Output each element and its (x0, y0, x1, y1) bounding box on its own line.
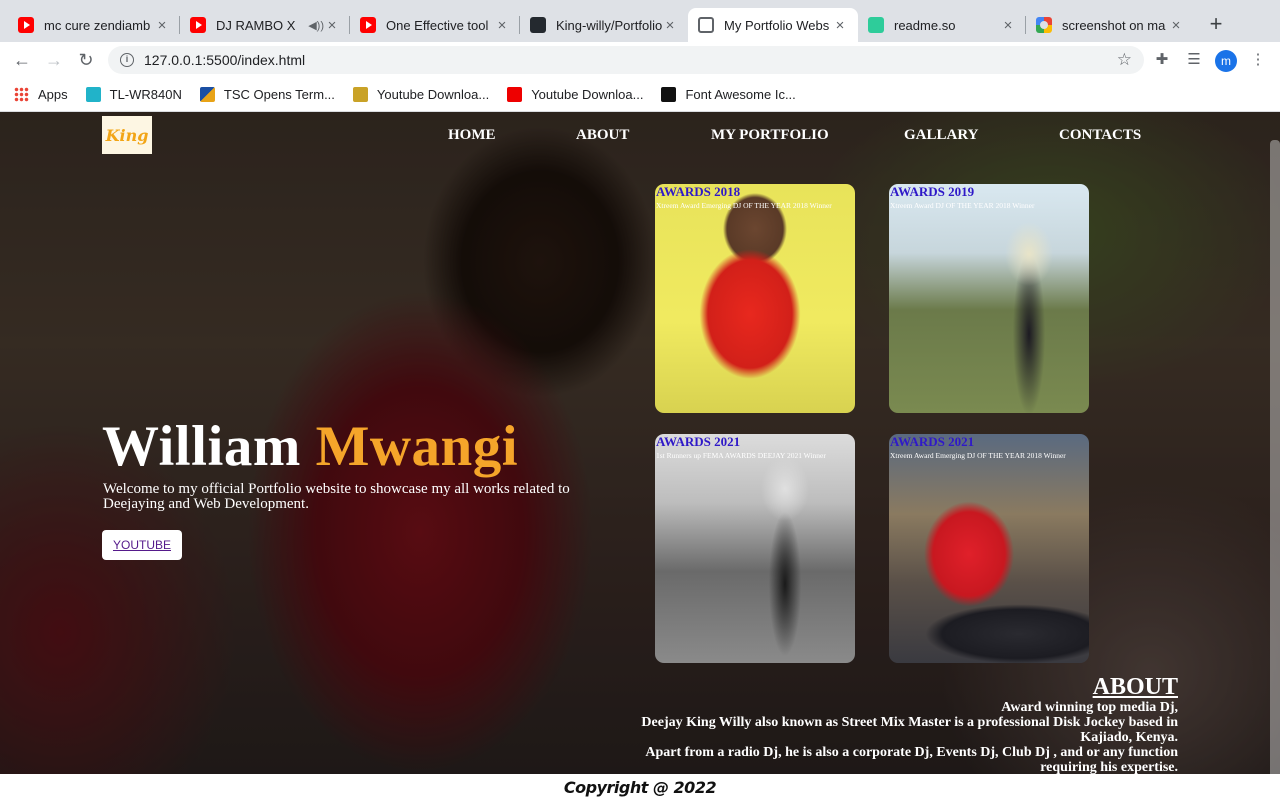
about-heading: ABOUT (1092, 674, 1178, 700)
tab-title: mc cure zendiamb (44, 17, 151, 33)
award-description: Xtreem Award Emerging DJ OF THE YEAR 201… (890, 451, 1066, 460)
award-photo (889, 184, 1089, 413)
bookmark-label: Font Awesome Ic... (685, 87, 796, 102)
tab-close-icon[interactable]: × (494, 17, 510, 34)
tab-close-icon[interactable]: × (324, 17, 340, 34)
nav-my-portfolio[interactable]: MY PORTFOLIO (711, 127, 829, 144)
kebab-menu-icon[interactable]: ⋮ (1246, 48, 1270, 72)
bookmark-youtube-downloader-2[interactable]: Youtube Downloa... (507, 87, 643, 102)
tab-title: readme.so (894, 17, 956, 33)
nav-home[interactable]: HOME (448, 127, 496, 144)
bookmark-youtube-downloader-1[interactable]: Youtube Downloa... (352, 87, 490, 102)
award-description: 1st Runners up FEMA AWARDS DEEJAY 2021 W… (656, 451, 826, 460)
media-queue-icon[interactable]: ☰ (1182, 48, 1206, 72)
tsc-icon (199, 87, 215, 102)
url-text: 127.0.0.1:5500/index.html (144, 52, 306, 68)
award-card-2021-a[interactable]: AWARDS 2021 1st Runners up FEMA AWARDS D… (655, 434, 855, 663)
tab-close-icon[interactable]: × (1168, 17, 1184, 34)
hero-name: William Mwangi (102, 414, 518, 479)
logo-text: King (105, 125, 149, 145)
download-icon (352, 87, 368, 102)
award-photo (655, 184, 855, 413)
bookmark-label: TSC Opens Term... (223, 87, 335, 102)
bookmark-label: Apps (38, 87, 68, 102)
award-title: AWARDS 2019 (890, 184, 975, 199)
hero-last-name: Mwangi (315, 415, 519, 478)
forward-arrow-icon[interactable]: → (42, 48, 66, 72)
tab-title: King-willy/Portfolio (556, 17, 662, 33)
tab-5-active[interactable]: My Portfolio Webs × (688, 8, 858, 42)
copyright-text: Copyright @ 2022 (563, 778, 717, 797)
award-description: Xtreem Award Emerging DJ OF THE YEAR 201… (656, 201, 832, 210)
tab-title: One Effective tool (386, 17, 489, 33)
tplink-icon (85, 87, 101, 102)
youtube-download-icon (507, 87, 523, 102)
address-bar[interactable]: i 127.0.0.1:5500/index.html ☆ (108, 46, 1144, 74)
award-photo (889, 434, 1089, 663)
apps-grid-icon (14, 87, 29, 102)
tab-2[interactable]: DJ RAMBO X ◀)) × (180, 8, 350, 42)
back-arrow-icon[interactable]: ← (10, 48, 34, 72)
bookmark-tplink[interactable]: TL-WR840N (85, 87, 182, 102)
tab-strip: mc cure zendiamb × DJ RAMBO X ◀)) × One … (0, 0, 1280, 42)
about-line: Award winning top media Dj, (1001, 700, 1178, 715)
page-scrollbar[interactable] (1270, 140, 1280, 800)
bookmark-label: TL-WR840N (109, 87, 182, 102)
nav-gallary[interactable]: GALLARY (904, 127, 978, 144)
youtube-icon (18, 17, 34, 33)
tab-1[interactable]: mc cure zendiamb × (8, 8, 180, 42)
youtube-button[interactable]: YOUTUBE (102, 530, 182, 560)
tab-close-icon[interactable]: × (832, 17, 848, 34)
reload-icon[interactable]: ↻ (74, 48, 98, 72)
award-title: AWARDS 2021 (890, 434, 975, 449)
readme-icon (868, 17, 884, 33)
tab-7[interactable]: screenshot on ma × (1026, 8, 1194, 42)
tab-title: DJ RAMBO X (216, 17, 296, 33)
bookmark-label: Youtube Downloa... (376, 87, 490, 102)
award-title: AWARDS 2018 (656, 184, 741, 199)
speaker-icon[interactable]: ◀)) (308, 19, 324, 32)
font-awesome-icon (661, 87, 677, 102)
award-photo (655, 434, 855, 663)
nav-about[interactable]: ABOUT (576, 127, 629, 144)
bookmark-star-icon[interactable]: ☆ (1117, 50, 1132, 70)
tab-6[interactable]: readme.so × (858, 8, 1026, 42)
footer: Copyright @ 2022 (0, 774, 1280, 800)
award-description: Xtreem Award DJ OF THE YEAR 2018 Winner (890, 201, 1035, 210)
about-line: Deejay King Willy also known as Street M… (641, 715, 1178, 745)
site-info-icon[interactable]: i (120, 53, 134, 67)
youtube-icon (360, 17, 376, 33)
youtube-icon (190, 17, 206, 33)
new-tab-button[interactable]: + (1203, 12, 1229, 38)
github-icon (530, 17, 546, 33)
tab-3[interactable]: One Effective tool × (350, 8, 520, 42)
tab-close-icon[interactable]: × (662, 17, 678, 34)
award-card-2018[interactable]: AWARDS 2018 Xtreem Award Emerging DJ OF … (655, 184, 855, 413)
bookmarks-bar: Apps TL-WR840N TSC Opens Term... Youtube… (0, 78, 1280, 112)
tab-title: My Portfolio Webs (724, 17, 830, 33)
bookmark-apps[interactable]: Apps (14, 87, 68, 102)
tab-close-icon[interactable]: × (154, 17, 170, 34)
bookmark-font-awesome[interactable]: Font Awesome Ic... (661, 87, 796, 102)
extensions-puzzle-icon[interactable]: ✚ (1150, 48, 1174, 72)
site-logo[interactable]: King (102, 116, 152, 154)
bookmark-label: Youtube Downloa... (531, 87, 644, 102)
google-icon (1036, 17, 1052, 33)
about-line: Apart from a radio Dj, he is also a corp… (645, 745, 1178, 775)
nav-contacts[interactable]: CONTACTS (1059, 127, 1141, 144)
globe-icon (698, 17, 714, 33)
profile-avatar[interactable]: m (1215, 50, 1237, 72)
bookmark-tsc[interactable]: TSC Opens Term... (199, 87, 335, 102)
hero-first-name: William (102, 415, 301, 478)
award-title: AWARDS 2021 (656, 434, 741, 449)
tab-close-icon[interactable]: × (1000, 17, 1016, 34)
hero-subtitle: Welcome to my official Portfolio website… (103, 481, 570, 512)
award-card-2019[interactable]: AWARDS 2019 Xtreem Award DJ OF THE YEAR … (889, 184, 1089, 413)
award-card-2021-b[interactable]: AWARDS 2021 Xtreem Award Emerging DJ OF … (889, 434, 1089, 663)
web-page: King HOME ABOUT MY PORTFOLIO GALLARY CON… (0, 112, 1280, 800)
tab-4[interactable]: King-willy/Portfolio × (520, 8, 688, 42)
tab-title: screenshot on ma (1062, 17, 1166, 33)
browser-toolbar: ← → ↻ i 127.0.0.1:5500/index.html ☆ ✚ ☰ … (0, 42, 1280, 78)
about-section: ABOUT Award winning top media Dj, Deejay… (600, 674, 1178, 775)
